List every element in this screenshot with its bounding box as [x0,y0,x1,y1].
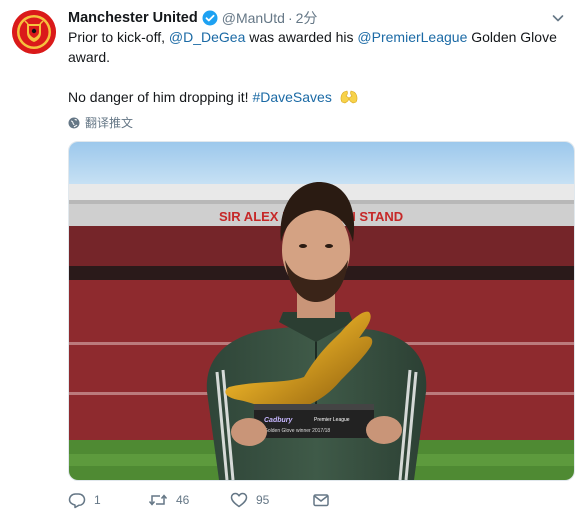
like-icon [230,492,248,508]
plaque-brand: Cadbury [264,417,294,424]
degea-golden-glove-photo: SIR ALEX FERGUSON STAND [69,142,574,480]
avatar[interactable] [12,10,56,54]
message-icon [313,494,329,507]
translate-tweet-link[interactable]: 翻译推文 [68,114,133,131]
author-name[interactable]: Manchester United [68,10,198,26]
text-segment: was awarded his [245,29,358,45]
separator-dot: · [287,10,293,26]
like-count: 95 [256,493,270,507]
tweet-actions: 1 46 95 [68,490,330,510]
club-crest-icon [12,10,56,54]
chevron-down-icon[interactable] [550,10,566,26]
reply-button[interactable]: 1 [68,491,148,509]
direct-message-button[interactable] [312,491,330,509]
reply-icon [68,493,86,509]
verified-icon [202,10,218,26]
author-handle[interactable]: @ManUtd [222,10,285,26]
tweet-text-line2: No danger of him dropping it! #DaveSaves [68,87,568,107]
tweet-header: Manchester United @ManUtd · 2分 [68,8,317,28]
like-button[interactable]: 95 [230,491,312,509]
globe-icon [68,117,80,128]
tweet-text: Prior to kick-off, @D_DeGea was awarded … [68,27,568,107]
tweet-card: Manchester United @ManUtd · 2分 Prior to … [0,0,580,516]
text-segment: No danger of him dropping it! [68,89,253,105]
hashtag-davesaves[interactable]: #DaveSaves [252,89,331,105]
plaque-caption: Golden Glove winner 2017/18 [264,428,330,434]
mention-premierleague[interactable]: @PremierLeague [357,29,467,45]
reply-count: 1 [94,493,101,507]
retweet-button[interactable]: 46 [148,491,230,509]
retweet-count: 46 [176,493,190,507]
retweet-icon [148,494,168,506]
tweet-time[interactable]: 2分 [296,8,318,28]
tweet-photo[interactable]: SIR ALEX FERGUSON STAND [68,141,575,481]
clap-emoji-icon [340,90,358,104]
plaque-league: Premier League [314,417,350,423]
translate-label: 翻译推文 [85,116,134,130]
mention-degea[interactable]: @D_DeGea [169,29,245,45]
tweet-text-line1: Prior to kick-off, @D_DeGea was awarded … [68,27,568,67]
text-segment: Prior to kick-off, [68,29,169,45]
